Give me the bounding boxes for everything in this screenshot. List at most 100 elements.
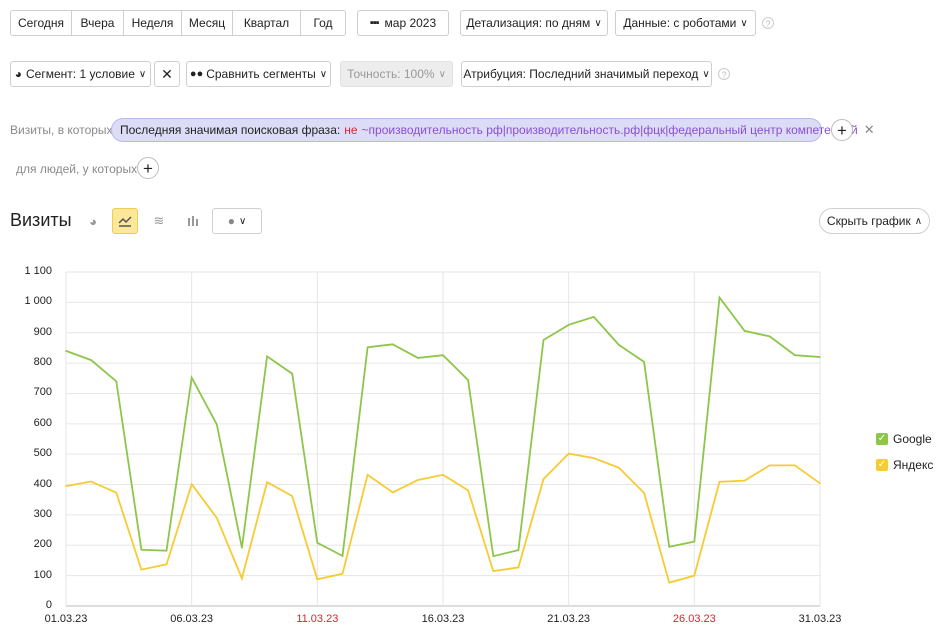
data-mode-label: Данные: с роботами xyxy=(623,16,737,30)
y-tick-label: 600 xyxy=(33,416,52,429)
area-chart-icon[interactable]: ≋ xyxy=(146,208,172,234)
close-icon[interactable]: ✕ xyxy=(864,122,875,138)
period-year[interactable]: Год xyxy=(301,11,345,35)
chevron-down-icon: ∨ xyxy=(238,215,247,227)
series-line-google xyxy=(65,295,821,558)
legend-google[interactable]: ✓ Google xyxy=(876,432,932,446)
compare-segments-dropdown[interactable]: ●● Сравнить сегменты ∨ xyxy=(186,61,331,87)
period-today[interactable]: Сегодня xyxy=(11,11,72,35)
data-point xyxy=(593,457,595,459)
visits-filter-label: Визиты, в которых xyxy=(10,123,113,137)
chevron-down-icon: ∨ xyxy=(702,68,710,80)
add-people-condition-button[interactable]: + xyxy=(137,157,159,179)
data-point xyxy=(693,574,696,577)
x-tick-label: 01.03.23 xyxy=(44,613,88,625)
data-point xyxy=(768,335,771,338)
chart-title: Визиты xyxy=(10,210,72,230)
data-mode-dropdown[interactable]: Данные: с роботами ∨ xyxy=(615,10,756,36)
help-icon[interactable]: ? xyxy=(762,17,774,29)
data-point xyxy=(316,578,319,581)
accuracy-label: Точность: 100% xyxy=(347,67,435,81)
y-tick-label: 300 xyxy=(33,507,52,520)
segment-dropdown[interactable]: ◕ Сегмент: 1 условие ∨ xyxy=(10,61,151,87)
chevron-up-icon: ∧ xyxy=(914,215,923,227)
data-point xyxy=(115,380,118,383)
y-tick-label: 400 xyxy=(33,477,52,490)
close-icon: ✕ xyxy=(161,65,173,82)
data-point xyxy=(467,489,469,492)
data-point xyxy=(266,481,268,483)
data-point xyxy=(794,354,796,356)
y-tick-label: 800 xyxy=(33,356,52,369)
bar-chart-glyph xyxy=(188,216,198,226)
data-point xyxy=(743,479,746,482)
attribution-dropdown[interactable]: Атрибуция: Последний значимый переход ∨ xyxy=(461,61,712,87)
line-chart-icon[interactable] xyxy=(112,208,138,234)
data-point xyxy=(618,467,620,469)
filter-field: Последняя значимая поисковая фраза: xyxy=(120,123,341,137)
data-point xyxy=(492,555,495,558)
data-point xyxy=(216,517,218,519)
data-point xyxy=(819,356,821,358)
data-point xyxy=(668,581,670,584)
data-point xyxy=(90,359,92,361)
chevron-down-icon: ∨ xyxy=(319,68,328,80)
y-tick-label: 700 xyxy=(33,386,52,399)
data-point xyxy=(65,485,67,487)
y-tick-label: 1 000 xyxy=(24,295,52,308)
chevron-down-icon: ∨ xyxy=(138,68,147,80)
pie-icon: ◕ xyxy=(14,67,23,81)
checkbox-icon[interactable]: ✓ xyxy=(876,433,888,445)
data-point xyxy=(492,570,495,572)
filter-chip[interactable]: Последняя значимая поисковая фраза: не ~… xyxy=(111,118,875,142)
y-tick-label: 900 xyxy=(33,325,52,338)
legend-yandex[interactable]: ✓ Яндекс xyxy=(876,458,933,472)
period-quarter[interactable]: Квартал xyxy=(233,11,301,35)
chart-type-dropdown[interactable]: ● ∨ xyxy=(212,208,262,234)
data-point xyxy=(90,480,92,483)
hide-chart-button[interactable]: Скрыть график ∧ xyxy=(819,208,930,234)
data-point xyxy=(593,316,595,318)
data-point xyxy=(241,577,243,580)
data-point xyxy=(391,343,394,346)
pie-chart-icon[interactable]: ◕ xyxy=(80,208,106,234)
legend-google-label: Google xyxy=(893,432,932,446)
x-tick-label: 26.03.23 xyxy=(672,613,716,625)
segment-clear-button[interactable]: ✕ xyxy=(154,61,180,87)
data-point xyxy=(819,482,821,485)
add-visit-condition-button[interactable]: + xyxy=(831,119,853,141)
calendar-icon: ▪▪▪ xyxy=(369,17,380,29)
y-tick-label: 1 100 xyxy=(24,265,52,277)
data-point xyxy=(542,339,545,341)
chevron-down-icon: ∨ xyxy=(438,68,446,80)
data-point xyxy=(417,479,419,481)
data-point xyxy=(216,423,218,426)
attribution-label: Атрибуция: Последний значимый переход xyxy=(463,67,699,81)
y-tick-label: 100 xyxy=(33,568,52,581)
x-tick-label: 31.03.23 xyxy=(798,613,842,625)
data-point xyxy=(643,361,645,363)
visits-chart xyxy=(65,271,821,607)
accuracy-dropdown[interactable]: Точность: 100% ∨ xyxy=(340,61,453,87)
period-month[interactable]: Месяц xyxy=(182,11,233,35)
hide-chart-label: Скрыть график xyxy=(826,214,911,228)
data-point xyxy=(567,452,570,455)
bar-chart-icon[interactable] xyxy=(180,208,206,234)
data-point xyxy=(542,478,545,480)
period-yesterday[interactable]: Вчера xyxy=(72,11,124,35)
data-point xyxy=(165,549,168,552)
checkbox-icon[interactable]: ✓ xyxy=(876,459,888,471)
data-point xyxy=(718,296,721,299)
data-point xyxy=(417,357,419,359)
help-icon[interactable]: ? xyxy=(718,68,730,80)
chevron-down-icon: ∨ xyxy=(740,17,748,29)
people-filter-label: для людей, у которых xyxy=(16,162,138,176)
data-point xyxy=(391,491,394,494)
period-week[interactable]: Неделя xyxy=(124,11,182,35)
data-point xyxy=(316,542,319,544)
compare-label: Сравнить сегменты xyxy=(206,67,316,81)
data-point xyxy=(140,549,143,551)
date-range-button[interactable]: ▪▪▪ мар 2023 xyxy=(357,10,449,36)
detail-dropdown[interactable]: Детализация: по дням ∨ xyxy=(460,10,608,36)
data-point xyxy=(794,464,796,467)
